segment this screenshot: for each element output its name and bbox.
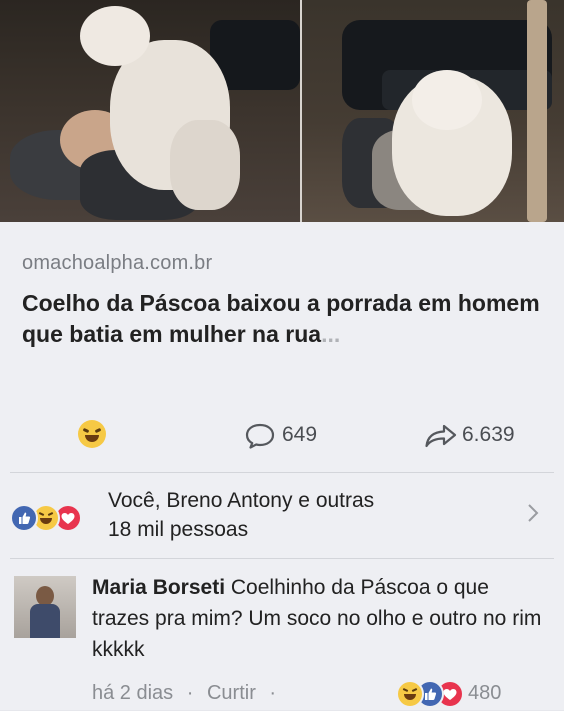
reactions-line-2: 18 mil pessoas xyxy=(108,518,249,541)
reactions-line-1: Você, Breno Antony e outras xyxy=(108,489,375,512)
link-preview-image[interactable] xyxy=(0,0,564,222)
link-domain[interactable]: omachoalpha.com.br xyxy=(22,252,212,275)
comment-meta: há 2 dias · Curtir · xyxy=(92,682,284,705)
meta-dot: · xyxy=(269,682,277,704)
share-count[interactable]: 6.639 xyxy=(462,423,515,447)
post-stats-bar: 649 6.639 xyxy=(0,408,564,460)
comment-body: Maria Borseti Coelhinho da Páscoa o que … xyxy=(92,572,548,665)
laughing-emoji-icon[interactable] xyxy=(78,420,106,448)
comment-reaction-count: 480 xyxy=(468,682,502,704)
share-arrow-icon[interactable] xyxy=(424,423,458,449)
comment-item: Maria Borseti Coelhinho da Páscoa o que … xyxy=(0,568,564,710)
link-title-text: Coelho da Páscoa baixou a porrada em hom… xyxy=(22,290,540,347)
like-icon xyxy=(10,504,38,532)
meta-dot: · xyxy=(186,682,194,704)
like-comment-button[interactable]: Curtir xyxy=(207,682,256,704)
link-title[interactable]: Coelho da Páscoa baixou a porrada em hom… xyxy=(22,288,542,350)
comment-count[interactable]: 649 xyxy=(282,423,317,447)
comment-author[interactable]: Maria Borseti xyxy=(92,576,225,599)
divider xyxy=(10,558,554,559)
photo-right-panel xyxy=(302,0,564,222)
reactions-summary[interactable]: Você, Breno Antony e outras 18 mil pesso… xyxy=(0,480,564,555)
chevron-right-icon[interactable] xyxy=(526,502,540,524)
reactions-text: Você, Breno Antony e outras 18 mil pesso… xyxy=(108,486,374,544)
comment-bubble-icon[interactable] xyxy=(244,422,276,450)
link-title-ellipsis: ... xyxy=(321,321,341,347)
haha-icon xyxy=(396,680,424,708)
divider xyxy=(10,472,554,473)
avatar[interactable] xyxy=(14,576,76,638)
comment-time[interactable]: há 2 dias xyxy=(92,682,173,704)
photo-left-panel xyxy=(0,0,300,222)
